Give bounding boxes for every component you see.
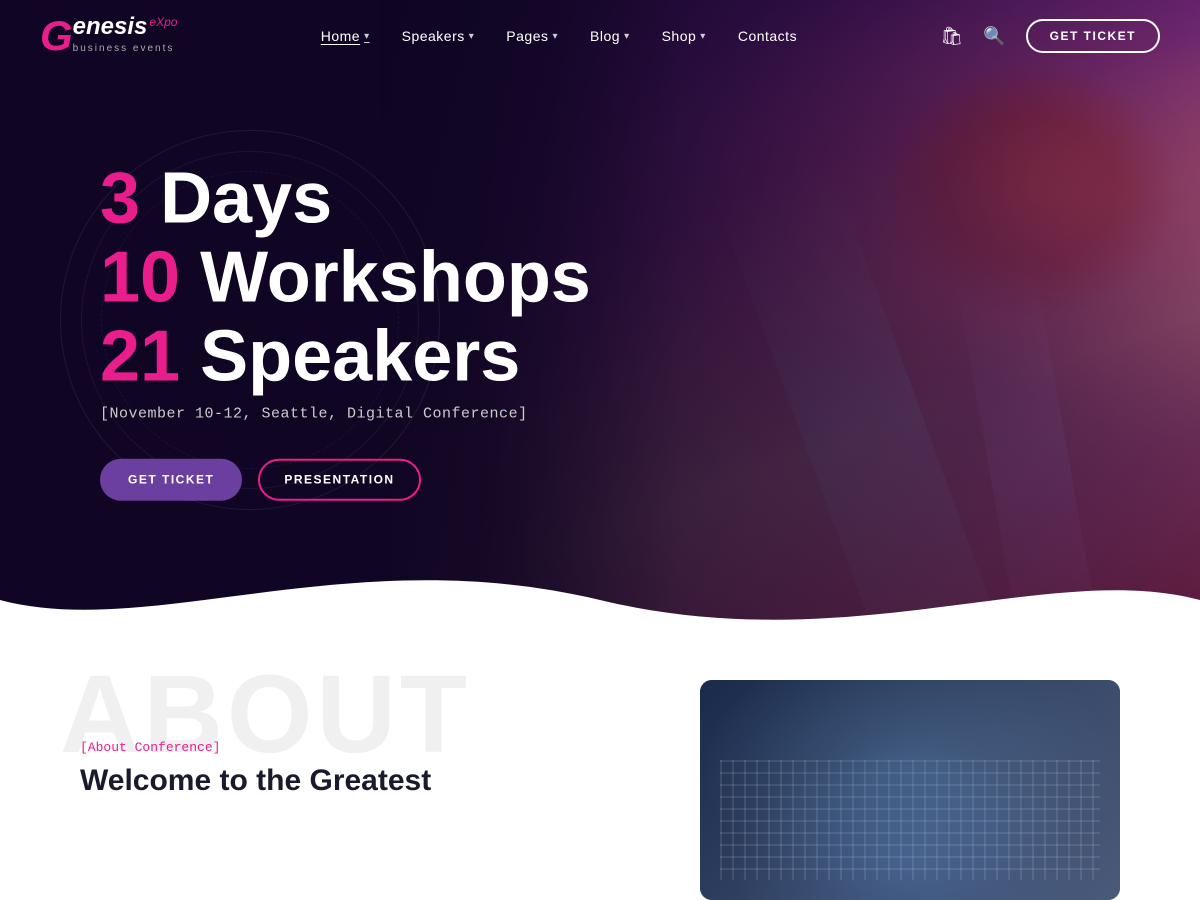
hero-line-3: 21 Speakers: [100, 318, 591, 397]
wave-divider: [0, 540, 1200, 640]
hero-num-speakers: 21: [100, 317, 180, 397]
nav-link-home[interactable]: Home ▾: [321, 28, 370, 44]
about-img-bg: [700, 680, 1120, 900]
hero-num-days: 3: [100, 159, 140, 239]
nav-links: Home ▾ Speakers ▾ Pages ▾ Blog ▾ Shop: [321, 28, 797, 44]
hero-buttons: GET TICKET PRESENTATION: [100, 458, 591, 500]
cart-icon[interactable]: 🛍: [940, 26, 963, 47]
hero-section: 3 Days 10 Workshops 21 Speakers [Novembe…: [0, 0, 1200, 640]
chevron-down-icon: ▾: [469, 31, 475, 42]
nav-link-blog[interactable]: Blog ▾: [590, 28, 630, 44]
nav-link-speakers[interactable]: Speakers ▾: [402, 28, 475, 44]
presentation-button[interactable]: PRESENTATION: [258, 458, 420, 500]
hero-text-days: Days: [160, 159, 332, 239]
search-icon[interactable]: 🔍: [983, 26, 1005, 47]
hero-content: 3 Days 10 Workshops 21 Speakers [Novembe…: [100, 140, 591, 501]
about-title: Welcome to the Greatest: [80, 763, 620, 799]
about-left: ABOUT [About Conference] Welcome to the …: [80, 680, 620, 799]
hero-line-1: 3 Days: [100, 160, 591, 239]
nav-item-contacts[interactable]: Contacts: [738, 28, 797, 44]
nav-link-contacts[interactable]: Contacts: [738, 28, 797, 44]
nav-item-shop[interactable]: Shop ▾: [662, 28, 706, 44]
about-img-glow: [700, 724, 1120, 900]
chevron-down-icon: ▾: [624, 31, 630, 42]
nav-item-speakers[interactable]: Speakers ▾: [402, 28, 475, 44]
hero-heading: 3 Days 10 Workshops 21 Speakers: [100, 160, 591, 398]
about-image: [700, 680, 1120, 900]
logo-g: G: [40, 15, 73, 57]
logo[interactable]: G enesis eXpo business events: [40, 15, 177, 57]
about-label: [About Conference]: [80, 740, 620, 755]
nav-item-pages[interactable]: Pages ▾: [506, 28, 558, 44]
logo-sub: business events: [73, 43, 178, 54]
chevron-down-icon: ▾: [700, 31, 706, 42]
about-section: ABOUT [About Conference] Welcome to the …: [0, 640, 1200, 900]
nav-get-ticket-button[interactable]: GET TICKET: [1026, 19, 1160, 53]
get-ticket-button[interactable]: GET TICKET: [100, 458, 242, 500]
about-img-texture: [720, 760, 1100, 880]
nav-link-pages[interactable]: Pages ▾: [506, 28, 558, 44]
nav-icons: 🛍 🔍 GET TICKET: [940, 19, 1160, 53]
hero-text-speakers: Speakers: [200, 317, 520, 397]
hero-line-2: 10 Workshops: [100, 239, 591, 318]
nav-item-home[interactable]: Home ▾: [321, 28, 370, 44]
hero-tagline: [November 10-12, Seattle, Digital Confer…: [100, 405, 591, 422]
nav-item-blog[interactable]: Blog ▾: [590, 28, 630, 44]
hero-text-workshops: Workshops: [200, 238, 591, 318]
navbar: G enesis eXpo business events Home ▾ Spe…: [0, 0, 1200, 72]
nav-link-shop[interactable]: Shop ▾: [662, 28, 706, 44]
logo-enesis: enesis: [73, 15, 148, 39]
logo-expo: eXpo: [149, 15, 177, 29]
hero-num-workshops: 10: [100, 238, 180, 318]
chevron-down-icon: ▾: [364, 31, 370, 42]
chevron-down-icon: ▾: [553, 31, 559, 42]
